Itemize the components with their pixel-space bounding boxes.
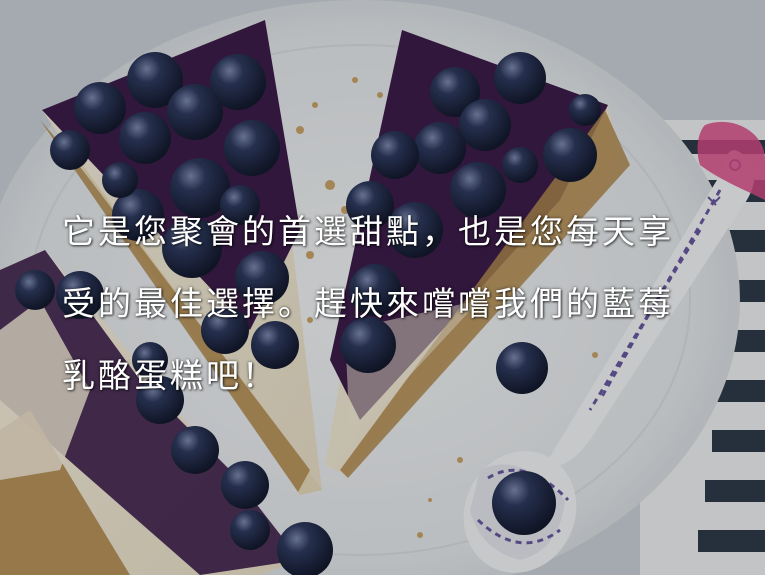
promo-caption: 它是您聚會的首選甜點，也是您每天享受的最佳選擇。趕快來嚐嚐我們的藍莓乳酪蛋糕吧！	[62, 212, 674, 395]
